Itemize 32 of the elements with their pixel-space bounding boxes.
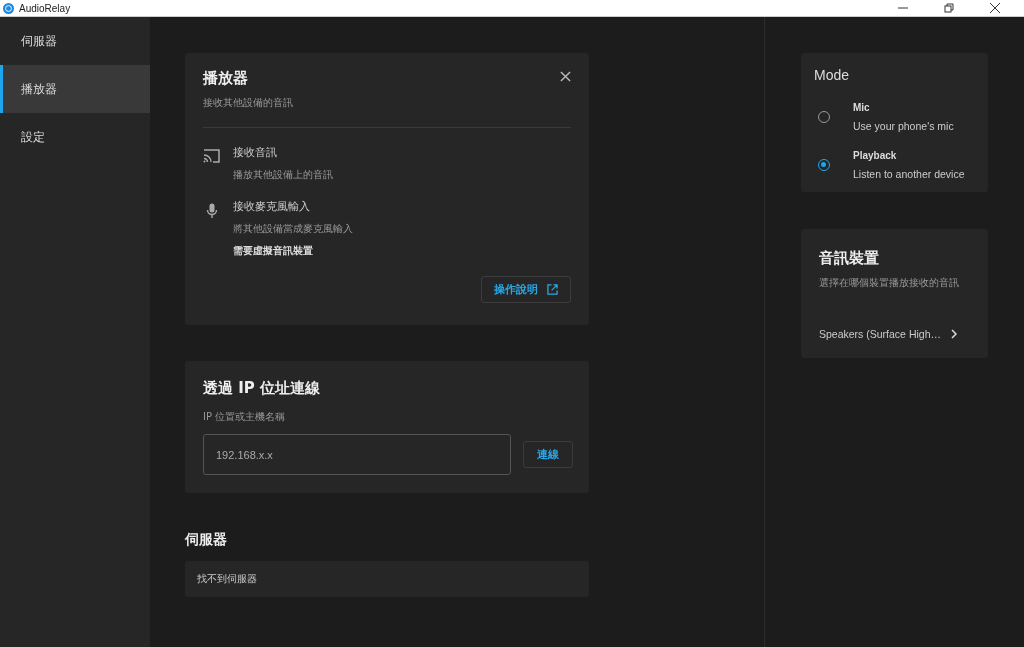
close-icon[interactable] — [560, 71, 571, 82]
external-link-icon — [547, 284, 558, 295]
window-title: AudioRelay — [19, 2, 71, 14]
section-heading: 伺服器 — [185, 531, 228, 549]
chevron-right-icon — [951, 329, 957, 339]
connect-button[interactable]: 連線 — [523, 441, 573, 468]
feature-description: 將其他設備當成麥克風輸入 — [233, 222, 353, 236]
field-label: IP 位置或主機名稱 — [203, 410, 287, 424]
sidebar-item[interactable]: 設定 — [0, 113, 150, 161]
option-label: Mic — [853, 102, 871, 113]
feature-note: 需要虛擬音訊裝置 — [233, 244, 314, 258]
card-title: 音訊裝置 — [819, 249, 880, 268]
option-label: Playback — [853, 150, 898, 161]
cast-icon — [203, 149, 221, 163]
help-button[interactable]: 操作說明 — [481, 276, 571, 303]
restore-icon[interactable] — [944, 3, 954, 13]
empty-state: 找不到伺服器 — [185, 561, 589, 597]
card-subtitle: 接收其他設備的音訊 — [203, 96, 293, 110]
sidebar-item[interactable]: 伺服器 — [0, 17, 150, 65]
sidebar-item[interactable]: 播放器 — [0, 65, 150, 113]
feature-title: 接收音訊 — [233, 146, 278, 160]
ip-field[interactable]: 192.168.x.x — [203, 434, 511, 475]
feature-description: 播放其他設備上的音訊 — [233, 168, 333, 182]
option-description: Use your phone's mic — [853, 120, 954, 132]
card-title: 播放器 — [203, 69, 249, 88]
option-description: Listen to another device — [853, 168, 965, 180]
card-description: 選擇在哪個裝置播放接收的音訊 — [819, 276, 960, 290]
card-title: 透過 IP 位址連線 — [203, 379, 322, 398]
close-icon[interactable] — [990, 3, 1000, 13]
device-selector[interactable]: Speakers (Surface High… — [819, 328, 970, 340]
feature-title: 接收麥克風輸入 — [233, 200, 311, 214]
card-title: Mode — [814, 67, 850, 83]
